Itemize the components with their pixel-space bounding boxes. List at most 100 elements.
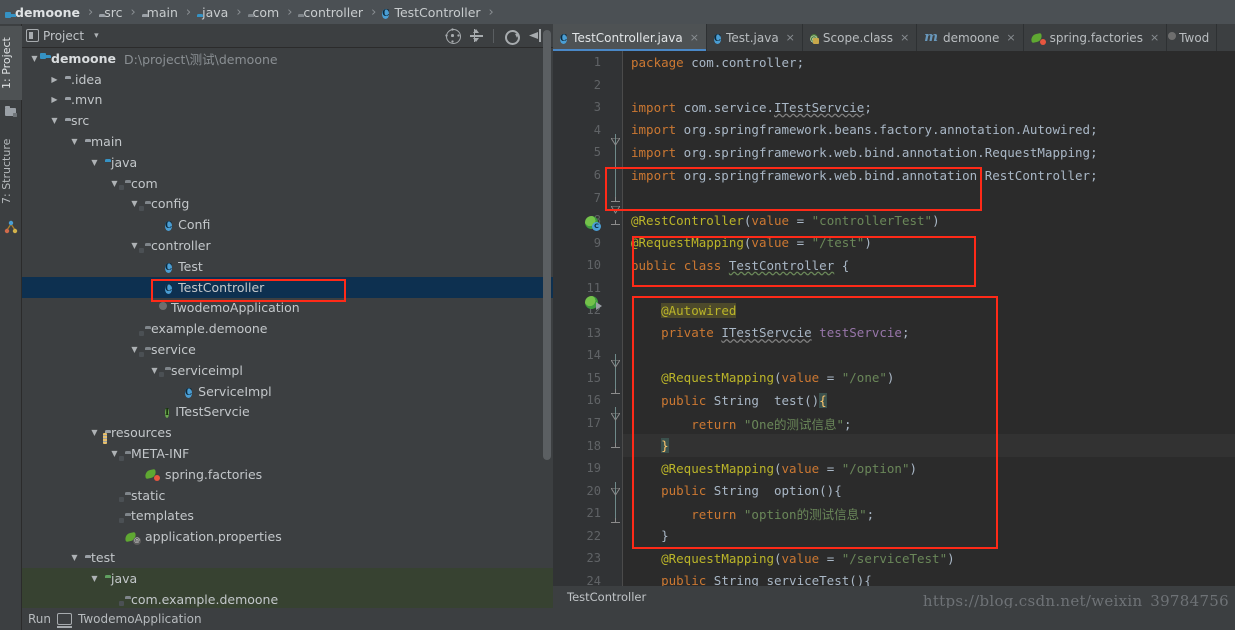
tree-node-templates[interactable]: ▶templates — [22, 506, 553, 527]
tree-node-config[interactable]: ▼ config — [22, 194, 553, 215]
tree-node--mvn[interactable]: ▶ .mvn — [22, 90, 553, 111]
fold-marker-method-option[interactable] — [610, 407, 621, 421]
tree-node-example-demoone[interactable]: ▶example.demoone — [22, 318, 553, 339]
tree-node-itestservcie[interactable]: ▶IITestServcie — [22, 402, 553, 423]
fold-marker-method-test[interactable] — [610, 354, 621, 368]
tree-node-demoone[interactable]: ▼ demoone D:\project\测试\demoone — [22, 48, 553, 69]
tree-node-meta-inf[interactable]: ▼ META-INF — [22, 443, 553, 464]
tree-node-controller[interactable]: ▼ controller — [22, 235, 553, 256]
tree-node-twodemoapplication[interactable]: ▶TwodemoApplication — [22, 298, 553, 319]
project-tree[interactable]: ▼ demoone D:\project\测试\demoone ▶ .idea ▶ .mvn… — [22, 48, 553, 608]
tree-node-test[interactable]: ▼ test — [22, 547, 553, 568]
expand-arrow-open-icon[interactable]: ▼ — [88, 158, 101, 167]
code-line[interactable]: 7 — [553, 186, 1235, 209]
code-content[interactable]: 1 package com.controller; 2 3 import com.ser… — [553, 51, 1235, 630]
tree-node-java[interactable]: ▼ java — [22, 152, 553, 173]
tree-node-confi[interactable]: ▶CConfi — [22, 214, 553, 235]
tree-node--idea[interactable]: ▶ .idea — [22, 69, 553, 90]
code-line[interactable]: 18 } — [553, 434, 1235, 457]
breadcrumb-item-main[interactable]: main — [140, 0, 180, 24]
editor-tab-scope-class[interactable]: @ Scope.class × — [803, 24, 918, 51]
code-line[interactable]: 19 @RequestMapping(value = "/option") — [553, 457, 1235, 480]
fold-marker-method-option-end[interactable] — [611, 443, 620, 452]
breadcrumb-item-testcontroller[interactable]: C TestController — [380, 0, 482, 24]
run-tool-label[interactable]: Run — [28, 612, 51, 626]
tree-node-main[interactable]: ▼ main — [22, 131, 553, 152]
editor-tab-spring-factories[interactable]: spring.factories × — [1024, 24, 1168, 51]
code-line[interactable]: 22 } — [553, 524, 1235, 547]
breadcrumb-item-src[interactable]: src — [97, 0, 124, 24]
run-config-label[interactable]: TwodemoApplication — [78, 612, 202, 626]
code-line[interactable]: 1 package com.controller; — [553, 51, 1235, 74]
code-line[interactable]: 16 public String test(){ — [553, 389, 1235, 412]
code-line[interactable]: 10 public class TestController { — [553, 254, 1235, 277]
expand-arrow-open-icon[interactable]: ▼ — [88, 574, 101, 583]
code-line[interactable]: 8@RestController(value = "controllerTest… — [553, 209, 1235, 232]
settings-gear-icon[interactable] — [503, 28, 520, 45]
code-line[interactable]: 9 @RequestMapping(value = "/test") — [553, 231, 1235, 254]
code-line[interactable]: 12 @Autowired — [553, 299, 1235, 322]
code-line[interactable]: 21 return "option的测试信息"; — [553, 502, 1235, 525]
code-line[interactable]: 5 import org.springframework.web.bind.ann… — [553, 141, 1235, 164]
editor-tab-twod[interactable]: Twod — [1167, 24, 1218, 51]
code-line[interactable]: 11 — [553, 276, 1235, 299]
tree-node-src[interactable]: ▼ src — [22, 110, 553, 131]
breadcrumb-item-java[interactable]: java — [195, 0, 230, 24]
fold-marker-method-servicetest-end[interactable] — [611, 518, 620, 527]
close-icon[interactable]: × — [900, 31, 909, 44]
spring-bean-class-icon[interactable]: C — [585, 216, 601, 231]
locate-icon[interactable] — [445, 28, 461, 44]
tree-node-serviceimpl[interactable]: ▼ serviceimpl — [22, 360, 553, 381]
code-line[interactable]: 3 import com.service.ITestServcie; — [553, 96, 1235, 119]
code-line[interactable]: 6 import org.springframework.web.bind.ann… — [553, 164, 1235, 187]
tree-node-com-example-demoone[interactable]: ▶com.example.demoone — [22, 588, 553, 608]
fold-marker-class-start[interactable] — [610, 200, 621, 214]
breadcrumb-item-controller[interactable]: controller — [296, 0, 365, 24]
tree-node-application-properties[interactable]: ▶@application.properties — [22, 526, 553, 547]
code-line[interactable]: 15 @RequestMapping(value = "/one") — [553, 367, 1235, 390]
breadcrumb-item-com[interactable]: com — [246, 0, 282, 24]
expand-arrow-open-icon[interactable]: ▼ — [88, 428, 101, 437]
breadcrumb-separator: › — [371, 4, 377, 20]
close-icon[interactable]: × — [690, 31, 699, 44]
tree-node-java[interactable]: ▼ java — [22, 567, 553, 589]
tree-node-test[interactable]: ▶CTest — [22, 256, 553, 277]
close-icon[interactable]: × — [1006, 31, 1015, 44]
fold-marker-class-hint[interactable] — [611, 220, 620, 229]
tree-node-resources[interactable]: ▼ resources — [22, 422, 553, 444]
hide-panel-icon[interactable] — [528, 28, 543, 43]
expand-arrow-open-icon[interactable]: ▼ — [48, 116, 61, 125]
collapse-all-icon[interactable] — [469, 28, 484, 43]
code-line[interactable]: 4 import org.springframework.beans.factor… — [553, 119, 1235, 142]
code-line[interactable]: 17 return "One的测试信息"; — [553, 412, 1235, 435]
fold-marker-method-test-end[interactable] — [611, 389, 620, 398]
close-icon[interactable]: × — [1150, 31, 1159, 44]
tree-node-spring-factories[interactable]: ▶spring.factories — [22, 464, 553, 485]
editor-tab-demoone[interactable]: m demoone × — [917, 24, 1024, 51]
tool-window-button-structure[interactable]: 7: Structure — [0, 128, 22, 214]
fold-marker-method-servicetest[interactable] — [610, 482, 621, 496]
code-line[interactable]: 2 — [553, 74, 1235, 97]
chevron-down-icon[interactable]: ▾ — [94, 31, 99, 41]
editor-tab-testcontroller-java[interactable]: C TestController.java × — [553, 24, 707, 51]
tree-node-static[interactable]: ▶static — [22, 485, 553, 506]
code-line[interactable]: 23 @RequestMapping(value = "/serviceTest… — [553, 547, 1235, 570]
close-icon[interactable]: × — [786, 31, 795, 44]
spring-autowired-dependency-icon[interactable] — [585, 296, 602, 311]
expand-arrow-closed-icon[interactable]: ▶ — [48, 95, 61, 104]
project-tree-scrollbar[interactable] — [543, 30, 551, 460]
code-line[interactable]: 13 private ITestServcie testServcie; — [553, 322, 1235, 345]
tree-node-serviceimpl[interactable]: ▶CServiceImpl — [22, 381, 553, 402]
expand-arrow-closed-icon[interactable]: ▶ — [48, 75, 61, 84]
tree-node-service[interactable]: ▼ service — [22, 339, 553, 360]
code-line[interactable]: 20 public String option(){ — [553, 479, 1235, 502]
expand-arrow-open-icon[interactable]: ▼ — [68, 553, 81, 562]
tool-window-button-project[interactable]: 1: Project — [0, 26, 22, 100]
expand-arrow-open-icon[interactable]: ▼ — [68, 137, 81, 146]
fold-marker-import-collapse[interactable] — [610, 132, 621, 146]
tree-node-testcontroller[interactable]: ▶CTestController — [22, 276, 553, 298]
editor-tab-test-java[interactable]: C Test.java × — [707, 24, 803, 51]
breadcrumb-item-demoone[interactable]: demoone — [5, 0, 82, 24]
code-line[interactable]: 14 — [553, 344, 1235, 367]
tree-node-com[interactable]: ▼ com — [22, 173, 553, 194]
